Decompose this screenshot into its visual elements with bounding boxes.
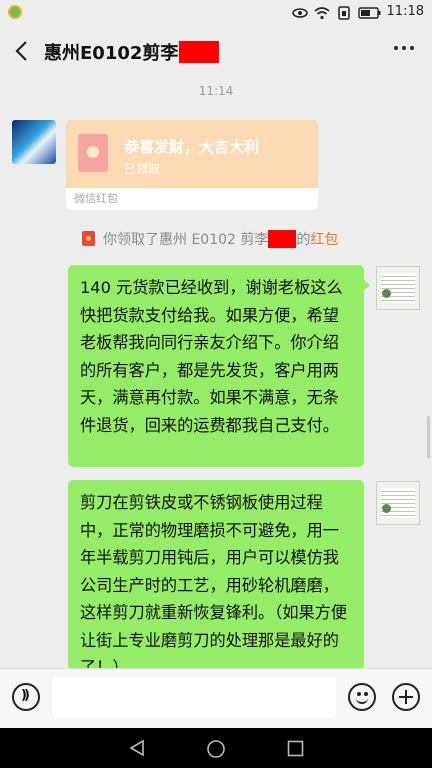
sim-icon (338, 6, 350, 20)
system-message-suffix: 的 (296, 232, 311, 248)
emoji-icon[interactable] (348, 683, 376, 711)
status-time: 11:18 (386, 4, 424, 19)
chat-title-text: 惠州E0102剪李 (44, 43, 179, 64)
red-packet-body: 恭喜发财，大吉大利 已领取 (66, 120, 318, 188)
app-notification-icon (8, 5, 22, 19)
status-bar: 11:18 (0, 0, 432, 26)
red-packet-footer: 微信红包 (66, 188, 318, 210)
voice-icon[interactable] (12, 683, 40, 711)
chat-timestamp: 11:14 (198, 84, 234, 98)
message-bubble[interactable]: 140 元货款已经收到，谢谢老板这么快把货款支付给我。如果方便，希望老板帮我向同… (68, 265, 370, 467)
chat-header: 惠州E0102剪李 (0, 26, 432, 76)
red-packet-link[interactable]: 红包 (310, 232, 338, 248)
red-packet-small-icon (82, 231, 95, 246)
scrollbar[interactable] (427, 416, 430, 458)
red-packet-greeting: 恭喜发财，大吉大利 (124, 138, 260, 156)
system-nav-bar (0, 728, 432, 768)
wifi-icon (314, 7, 330, 20)
eye-icon (292, 8, 308, 18)
status-icons (292, 5, 382, 21)
red-packet-icon (78, 134, 108, 172)
more-icon[interactable] (394, 46, 414, 50)
nav-back-icon[interactable] (128, 739, 146, 757)
chat-title: 惠州E0102剪李 (44, 39, 220, 65)
avatar-document-image (381, 488, 415, 518)
message-bubble[interactable]: 剪刀在剪铁皮或不锈钢板使用过程中，正常的物理磨损不可避免，用一年半载剪刀用钝后，… (68, 480, 364, 670)
redaction-box (268, 230, 297, 248)
my-avatar[interactable] (376, 266, 420, 310)
input-bar (0, 668, 432, 729)
redaction-box (179, 41, 220, 63)
system-message: 你领取了惠州 E0102 剪李 的红包 (82, 229, 338, 249)
system-message-prefix: 你领取了惠州 E0102 剪李 (103, 232, 269, 248)
battery-icon (358, 7, 381, 19)
nav-home-icon[interactable] (206, 739, 226, 759)
avatar-stamp-mark (382, 289, 391, 298)
red-packet-card[interactable]: 恭喜发财，大吉大利 已领取 微信红包 (66, 120, 318, 210)
red-packet-status: 已领取 (124, 162, 161, 176)
plus-icon[interactable] (392, 683, 420, 711)
chevron-left-icon[interactable] (12, 40, 32, 62)
message-input[interactable] (52, 678, 336, 718)
contact-avatar[interactable] (12, 120, 56, 164)
my-avatar[interactable] (376, 481, 420, 525)
nav-recent-icon[interactable] (287, 740, 304, 757)
avatar-stamp-mark (382, 504, 391, 513)
avatar-document-image (381, 273, 415, 303)
